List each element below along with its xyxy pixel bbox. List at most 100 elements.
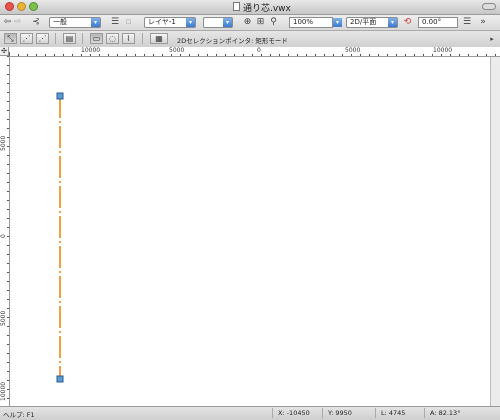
ruler-tick [63, 54, 64, 56]
ruler-tick [7, 326, 9, 327]
preferences-icon[interactable]: ▦ [150, 33, 168, 44]
close-window-button[interactable] [5, 2, 14, 11]
ruler-tick [7, 110, 9, 111]
layer-dropdown[interactable]: レイヤ-1 ▾ [144, 17, 196, 28]
multiple-object-mode-icon[interactable]: ⋰ [36, 33, 49, 44]
view-dropdown-value: 2D/平面 [350, 18, 377, 26]
toolbar-toggle-button[interactable] [482, 3, 496, 10]
status-bar: ヘルプ: F1 X: -10450 Y: 9950 L: 4745 A: 82.… [0, 406, 500, 420]
class-options-icon[interactable]: ⊰ [30, 17, 42, 28]
ruler-tick [441, 54, 442, 56]
ruler-label: 0 [257, 47, 261, 54]
ruler-tick [36, 54, 37, 56]
ruler-tick [234, 54, 235, 56]
ruler-origin-crosshair-icon[interactable]: ✣ [0, 47, 9, 56]
rotate-view-icon[interactable]: ⟲ [402, 17, 413, 28]
ruler-tick [90, 54, 91, 56]
forward-arrow-icon[interactable]: ⇨ [13, 17, 22, 28]
view-dropdown[interactable]: 2D/平面 ▾ [346, 17, 398, 28]
ruler-tick [7, 389, 9, 390]
ruler-tick [405, 54, 406, 56]
zoom-field[interactable]: 100% [289, 17, 333, 28]
ruler-tick [72, 54, 73, 56]
separator [375, 408, 376, 418]
single-object-mode-icon[interactable]: ⋰ [20, 33, 33, 44]
ruler-label: 5000 [345, 47, 361, 54]
layer-dropdown-value: レイヤ-1 [148, 18, 176, 26]
help-hint: ヘルプ: F1 [3, 411, 35, 419]
lasso-mode-icon[interactable]: ◌ [106, 33, 119, 44]
tool-hint: 2Dセレクションポインタ: 矩形モード [177, 37, 288, 45]
overflow-menu-icon[interactable]: » [478, 17, 488, 28]
ruler-tick [7, 362, 9, 363]
ruler-tick [252, 54, 253, 56]
ruler-tick [306, 54, 307, 56]
ruler-label: 10000 [81, 47, 101, 54]
rectangle-marquee-mode-icon[interactable]: ▭ [90, 33, 103, 44]
ruler-tick [7, 245, 9, 246]
length-value: L: 4745 [381, 409, 406, 417]
ruler-tick [162, 54, 163, 56]
zoom-window-button[interactable] [29, 2, 38, 11]
layer-options-icon[interactable]: ▫ [124, 17, 133, 28]
ruler-label: 5000 [0, 310, 7, 326]
minimize-window-button[interactable] [17, 2, 26, 11]
ruler-tick [7, 155, 9, 156]
drawing-canvas[interactable] [10, 57, 490, 406]
ruler-label: 10000 [433, 47, 453, 54]
ruler-tick [7, 74, 9, 75]
zoom-tool-icon[interactable]: ⊕ [243, 17, 252, 28]
ruler-tick [7, 56, 9, 57]
separator [322, 408, 323, 418]
drawing-svg [56, 92, 64, 383]
window-titlebar: 通り芯.vwx [0, 0, 500, 15]
ruler-tick [7, 200, 9, 201]
ruler-tick [7, 317, 9, 318]
class-dropdown[interactable]: 一般 ▾ [49, 17, 101, 28]
ruler-label: 5000 [169, 47, 185, 54]
ruler-tick [315, 54, 316, 56]
disable-selection-mode-icon[interactable]: ▤ [63, 33, 76, 44]
ruler-tick [7, 281, 9, 282]
ruler-tick [7, 146, 9, 147]
layers-icon[interactable]: ☰ [462, 17, 472, 28]
selection-handle-bottom[interactable] [56, 375, 64, 383]
ruler-tick [432, 54, 433, 56]
mode-bar-overflow-icon[interactable]: ▸ [488, 34, 496, 45]
vertical-scrollbar[interactable] [490, 57, 500, 406]
ruler-tick [324, 54, 325, 56]
magnifier-icon[interactable]: ⚲ [269, 17, 278, 28]
fit-page-icon[interactable]: ⊞ [256, 17, 265, 28]
horizontal-ruler[interactable]: 10000 5000 0 5000 10000 [9, 47, 500, 57]
layer-stack-icon[interactable]: ☰ [110, 17, 120, 28]
chevron-down-icon[interactable]: ▾ [333, 18, 342, 27]
ruler-tick [7, 182, 9, 183]
ruler-tick [117, 54, 118, 56]
ruler-tick [279, 54, 280, 56]
ruler-tick [396, 54, 397, 56]
rotation-field[interactable]: 0.00° [418, 17, 458, 28]
ruler-tick [261, 54, 262, 56]
ruler-label: 10000 [0, 381, 7, 401]
separator [82, 33, 83, 44]
ruler-tick [207, 54, 208, 56]
ruler-tick [7, 191, 9, 192]
ruler-tick [7, 272, 9, 273]
polygon-lasso-mode-icon[interactable]: ⌇ [122, 33, 135, 44]
standard-views-dropdown[interactable]: ▾ [203, 17, 233, 28]
selection-handle-top[interactable] [56, 92, 64, 100]
ruler-label: 5000 [0, 135, 7, 151]
vertical-ruler[interactable]: 5000 0 5000 10000 [0, 56, 10, 406]
ruler-tick [7, 164, 9, 165]
ruler-tick [270, 54, 271, 56]
ruler-tick [7, 236, 9, 237]
ruler-tick [225, 54, 226, 56]
ruler-tick [378, 54, 379, 56]
ruler-tick [198, 54, 199, 56]
ruler-tick [18, 54, 19, 56]
mode-bar: ⤡ ⋰ ⋰ ▤ ▭ ◌ ⌇ ▦ 2Dセレクションポインタ: 矩形モード ▸ [0, 31, 500, 48]
interactive-scaling-mode-icon[interactable]: ⤡ [4, 33, 17, 44]
back-arrow-icon[interactable]: ⇦ [3, 17, 12, 28]
view-bar: ⇦ ⇨ ⊰ 一般 ▾ ☰ ▫ レイヤ-1 ▾ ▾ ⊕ ⊞ ⚲ 100% ▾ 2D… [0, 15, 500, 31]
ruler-tick [81, 54, 82, 56]
